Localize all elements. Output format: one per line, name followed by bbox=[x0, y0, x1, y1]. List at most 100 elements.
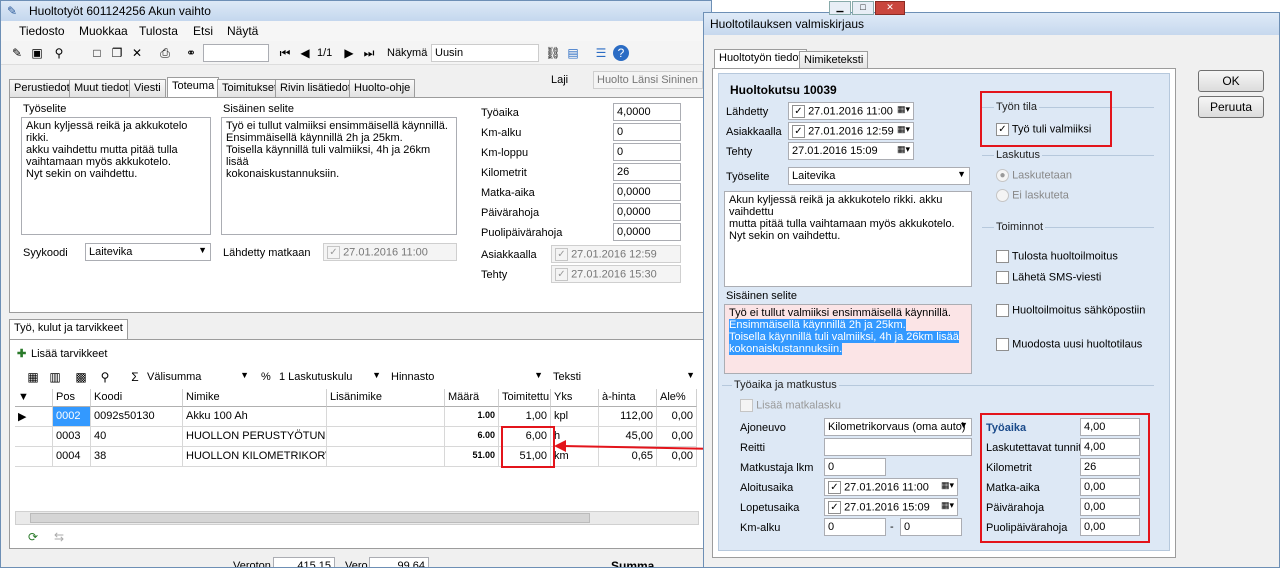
ok-button[interactable]: OK bbox=[1198, 70, 1264, 92]
cell-nimike[interactable]: HUOLLON KILOMETRIKORVAUS bbox=[183, 447, 327, 467]
new-document-icon[interactable]: □ bbox=[89, 45, 105, 61]
cell-lisanimike[interactable] bbox=[327, 447, 445, 467]
aloitusaika-field[interactable]: ✓ 27.01.2016 11:00 ▦▾ bbox=[824, 478, 958, 496]
tab-huolto-ohje[interactable]: Huolto-ohje bbox=[349, 79, 416, 97]
col-toimitettu[interactable]: Toimitettu bbox=[499, 389, 551, 407]
next-record-icon[interactable]: ▶ bbox=[341, 45, 357, 61]
print-icon[interactable]: ⎙ bbox=[157, 45, 173, 61]
close-icon[interactable]: ✕ bbox=[875, 1, 905, 15]
help-icon[interactable]: ? bbox=[613, 45, 629, 61]
tab-tyo-kulut-tarvikkeet[interactable]: Työ, kulut ja tarvikkeet bbox=[9, 319, 128, 339]
matkustajia-field[interactable]: 0 bbox=[824, 458, 886, 476]
first-record-icon[interactable]: ⏮ bbox=[277, 45, 293, 61]
cell-koodi[interactable]: 0092s50130 bbox=[91, 407, 183, 427]
row-menu-icon[interactable]: ▼ bbox=[15, 389, 53, 407]
menu-tiedosto[interactable]: Tiedosto bbox=[19, 24, 65, 38]
calendar-icon[interactable]: ▦▾ bbox=[941, 500, 954, 511]
sisainen-selite-text[interactable]: Työ ei tullut valmiiksi ensimmäisellä kä… bbox=[221, 117, 457, 235]
horizontal-scrollbar[interactable] bbox=[15, 511, 699, 525]
view-select[interactable]: Uusin bbox=[431, 44, 539, 62]
sigma-icon[interactable]: Σ bbox=[127, 369, 143, 385]
col-nimike[interactable]: Nimike bbox=[183, 389, 327, 407]
uusi-huoltotilaus-checkbox[interactable]: Muodosta uusi huoltotilaus bbox=[996, 338, 1142, 351]
search-input[interactable] bbox=[203, 44, 269, 62]
menu-etsi[interactable]: Etsi bbox=[193, 24, 213, 38]
cell-nimike[interactable]: Akku 100 Ah bbox=[183, 407, 327, 427]
previous-record-icon[interactable]: ◀ bbox=[297, 45, 313, 61]
ei-laskuteta-radio[interactable]: Ei laskuteta bbox=[996, 189, 1069, 202]
hinnasto-select[interactable]: Hinnasto ▼ bbox=[387, 368, 547, 386]
dlg-lahdetty-field[interactable]: ✓ 27.01.2016 11:00 ▦▾ bbox=[788, 102, 914, 120]
cell-maara[interactable]: 1.00 bbox=[445, 407, 499, 427]
km-loppu-field[interactable]: 0 bbox=[613, 143, 681, 161]
link-icon[interactable]: ⛓ bbox=[545, 45, 561, 61]
grid-icon[interactable]: ▩ bbox=[73, 369, 89, 385]
copy-icon[interactable]: ❐ bbox=[109, 45, 125, 61]
tyoselite-text[interactable]: Akun kyljessä reikä ja akkukotelo rikki.… bbox=[21, 117, 211, 235]
menu-tulosta[interactable]: Tulosta bbox=[139, 24, 178, 38]
tab-muut-tiedot[interactable]: Muut tiedot bbox=[69, 79, 134, 97]
database-icon[interactable]: ▤ bbox=[565, 45, 581, 61]
edit-icon[interactable]: ✎ bbox=[9, 45, 25, 61]
tab-nimiketeksti[interactable]: Nimiketeksti bbox=[799, 51, 869, 69]
puolipaivarahoja-field[interactable]: 0,0000 bbox=[613, 223, 681, 241]
col-koodi[interactable]: Koodi bbox=[91, 389, 183, 407]
tyoaika-field[interactable]: 4,0000 bbox=[613, 103, 681, 121]
calendar-icon[interactable]: ▦▾ bbox=[897, 104, 910, 115]
refresh-icon[interactable]: ⟳ bbox=[25, 529, 41, 545]
col-maara[interactable]: Määrä bbox=[445, 389, 499, 407]
checkbox-icon[interactable]: ✓ bbox=[792, 105, 805, 118]
col-yks[interactable]: Yks bbox=[551, 389, 599, 407]
checkbox-icon[interactable] bbox=[996, 304, 1009, 317]
maximize-icon[interactable]: □ bbox=[852, 1, 874, 15]
tab-viesti[interactable]: Viesti bbox=[129, 79, 166, 97]
delete-icon[interactable]: ✕ bbox=[129, 45, 145, 61]
dlg-tehty-field[interactable]: 27.01.2016 15:09 ▦▾ bbox=[788, 142, 914, 160]
radio-icon[interactable]: ● bbox=[996, 169, 1009, 182]
cell-lisanimike[interactable] bbox=[327, 407, 445, 427]
checkbox-icon[interactable]: ✓ bbox=[792, 125, 805, 138]
checkbox-icon[interactable] bbox=[996, 338, 1009, 351]
cell-pos[interactable]: 0004 bbox=[53, 447, 91, 467]
cell-maara[interactable]: 6.00 bbox=[445, 427, 499, 447]
checkbox-icon[interactable] bbox=[996, 271, 1009, 284]
minimize-icon[interactable]: ▁ bbox=[829, 1, 851, 15]
cell-nimike[interactable]: HUOLLON PERUSTYÖTUNNIT bbox=[183, 427, 327, 447]
tulosta-huoltoilmoitus-checkbox[interactable]: Tulosta huoltoilmoitus bbox=[996, 250, 1118, 263]
km-alku-field[interactable]: 0 bbox=[613, 123, 681, 141]
cell-koodi[interactable]: 40 bbox=[91, 427, 183, 447]
filter-icon[interactable]: ⚲ bbox=[97, 369, 113, 385]
col-pos[interactable]: Pos bbox=[53, 389, 91, 407]
km-loppu-field[interactable]: 0 bbox=[900, 518, 962, 536]
table-icon[interactable]: ▦ bbox=[25, 369, 41, 385]
calendar-icon[interactable]: ▦▾ bbox=[941, 480, 954, 491]
ajoneuvo-select[interactable]: Kilometrikorvaus (oma auto) ▼ bbox=[824, 418, 972, 436]
cell-koodi[interactable]: 38 bbox=[91, 447, 183, 467]
scrollbar-thumb[interactable] bbox=[30, 513, 590, 523]
tab-toteuma[interactable]: Toteuma bbox=[167, 77, 220, 97]
add-items-button[interactable]: Lisää tarvikkeet bbox=[31, 348, 107, 360]
checkbox-icon[interactable] bbox=[996, 250, 1009, 263]
lopetusaika-field[interactable]: ✓ 27.01.2016 15:09 ▦▾ bbox=[824, 498, 958, 516]
tab-perustiedot[interactable]: Perustiedot bbox=[9, 79, 75, 97]
menu-nayta[interactable]: Näytä bbox=[227, 24, 258, 38]
save-icon[interactable]: ▣ bbox=[29, 45, 45, 61]
tab-toimitukset[interactable]: Toimitukset bbox=[217, 79, 283, 97]
menu-muokkaa[interactable]: Muokkaa bbox=[79, 24, 128, 38]
paivarahoja-field[interactable]: 0,0000 bbox=[613, 203, 681, 221]
col-ale[interactable]: Ale% bbox=[657, 389, 697, 407]
laheta-sms-checkbox[interactable]: Lähetä SMS-viesti bbox=[996, 271, 1101, 284]
calendar-icon[interactable]: ▦▾ bbox=[897, 124, 910, 135]
dlg-asiakkaalla-field[interactable]: ✓ 27.01.2016 12:59 ▦▾ bbox=[788, 122, 914, 140]
cell-pos[interactable]: 0002 bbox=[53, 407, 91, 427]
move-icon[interactable]: ⇆ bbox=[51, 529, 67, 545]
binoculars-icon[interactable]: ⚭ bbox=[183, 45, 199, 61]
search-options-icon[interactable]: ⚲ bbox=[51, 45, 67, 61]
radio-icon[interactable] bbox=[996, 189, 1009, 202]
reitti-field[interactable] bbox=[824, 438, 972, 456]
cancel-button[interactable]: Peruuta bbox=[1198, 96, 1264, 118]
last-record-icon[interactable]: ⏭ bbox=[361, 45, 377, 61]
calendar-icon[interactable]: ▦▾ bbox=[897, 144, 910, 155]
col-lisanimike[interactable]: Lisänimike bbox=[327, 389, 445, 407]
matka-aika-field[interactable]: 0,0000 bbox=[613, 183, 681, 201]
